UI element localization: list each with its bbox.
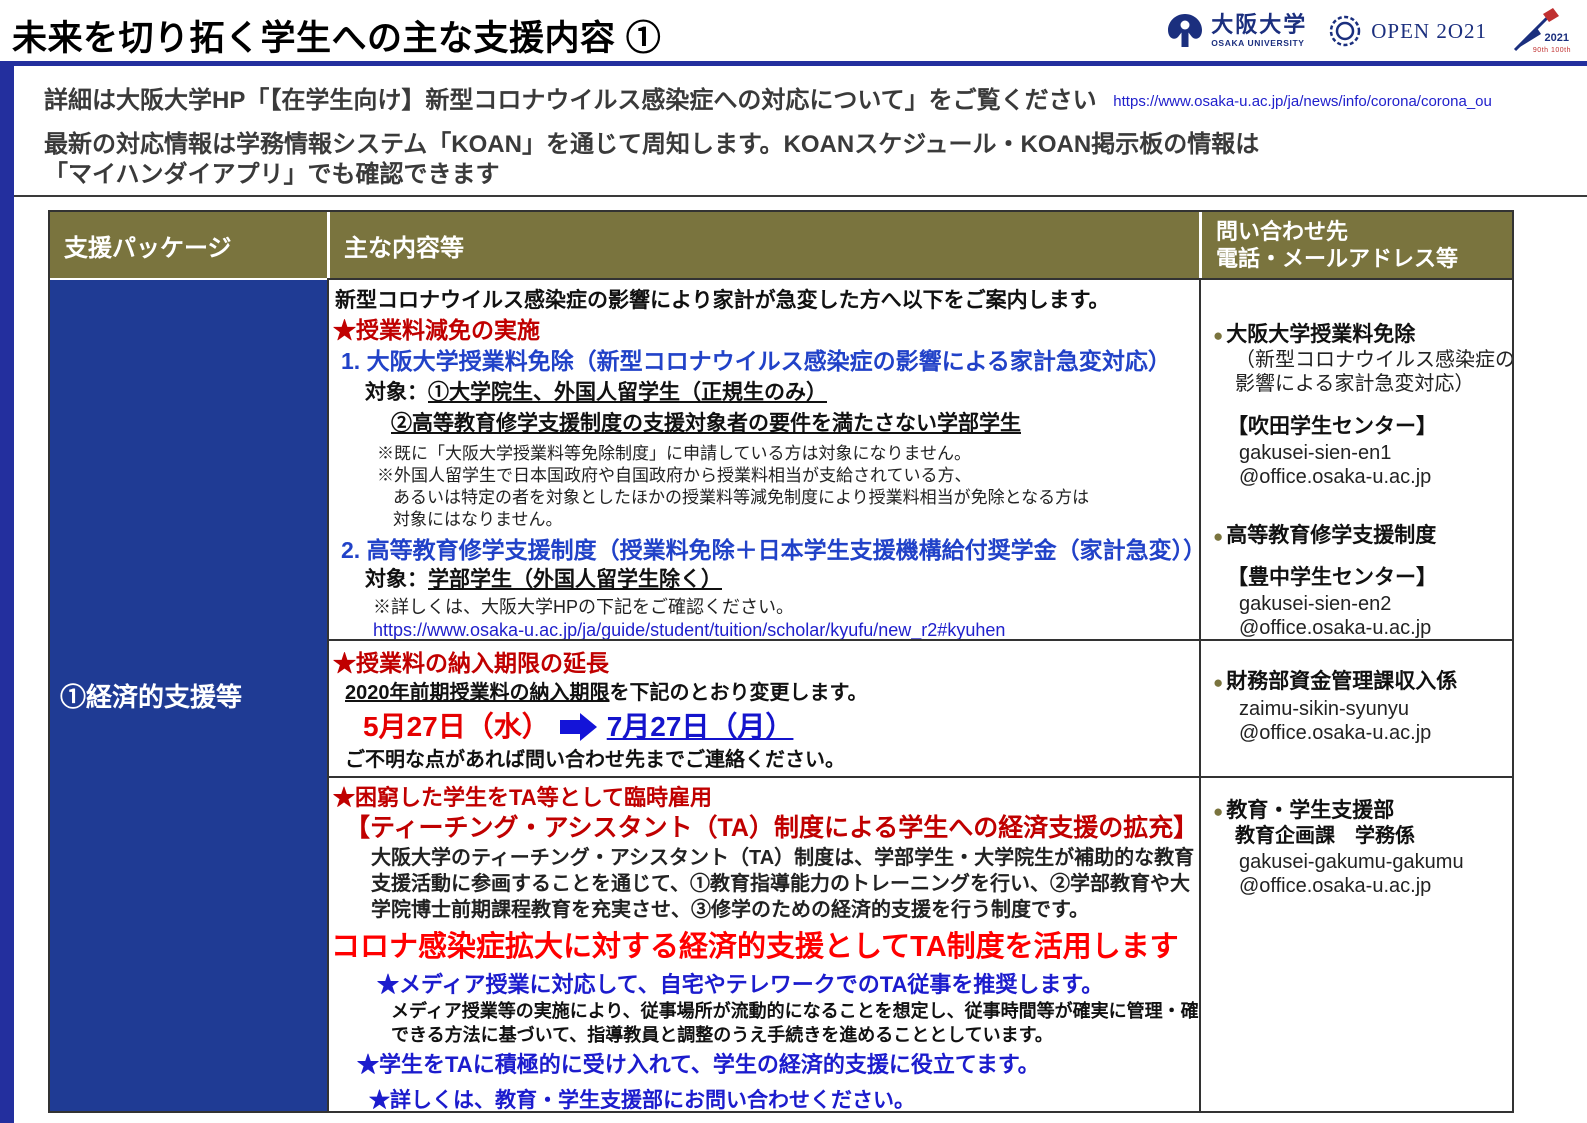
new-deadline: 7月27日（月） — [607, 710, 794, 744]
section-ta-employment: ★困窮した学生をTA等として臨時雇用 【ティーチング・アシスタント（TA）制度に… — [327, 776, 1199, 1111]
page-title: 未来を切り拓く学生への主な支援内容 ① — [12, 10, 661, 61]
right-arrow-icon — [560, 713, 597, 741]
anniversary-year: 2021 — [1545, 32, 1569, 44]
ta-subtitle: 【ティーチング・アシスタント（TA）制度による学生への経済支援の拡充】 — [345, 813, 1199, 843]
notice-line3: 「マイハンダイアプリ」でも確認できます — [44, 154, 500, 189]
osaka-university-logo: 大阪大学 OSAKA UNIVERSITY — [1165, 11, 1307, 51]
contact1-email2-part2: @office.osaka-u.ac.jp — [1239, 616, 1512, 639]
item1-title: 1. 大阪大学授業料免除（新型コロナウイルス感染症の影響による家計急変対応） — [341, 347, 1199, 375]
notice-line1: 詳細は大阪大学HP「【在学生向け】新型コロナウイルス感染症への対応について」をご… — [44, 80, 1492, 115]
section-deadline-extension: ★授業料の納入期限の延長 2020年前期授業料の納入期限を下記のとおり変更します… — [327, 639, 1199, 776]
column-header-contact: 問い合わせ先 電話・メールアドレス等 — [1199, 212, 1512, 278]
contact2-email-part1: zaimu-sikin-syunyu — [1239, 697, 1512, 721]
corona-info-link[interactable]: https://www.osaka-u.ac.jp/ja/news/info/c… — [1113, 93, 1492, 110]
star-tuition-reduction: ★授業料減免の実施 — [333, 316, 1199, 344]
section-tuition-exemption: 新型コロナウイルス感染症の影響により家計が急変した方へ以下をご案内します。 ★授… — [327, 278, 1199, 639]
bullet-icon: ● — [1213, 799, 1223, 824]
kyufu-link[interactable]: https://www.osaka-u.ac.jp/ja/guide/stude… — [373, 620, 1005, 639]
ta-blue-point1-sub2: できる方法に基づいて、指導教員と調整のうえ手続きを進めることとしています。 — [391, 1024, 1199, 1047]
contact-cell-1: ● 大阪大学授業料免除 （新型コロナウイルス感染症の 影響による家計急変対応） … — [1199, 278, 1512, 639]
suita-center-label: 【吹田学生センター】 — [1227, 414, 1512, 439]
deadline-desc: 2020年前期授業料の納入期限を下記のとおり変更します。 — [345, 681, 1199, 706]
university-name-en: OSAKA UNIVERSITY — [1211, 39, 1307, 48]
item2-note: ※詳しくは、大阪大学HPの下記をご確認ください。 — [373, 596, 1199, 618]
column-header-package: 支援パッケージ — [50, 212, 327, 278]
contact2-title: ● 財務部資金管理課収入係 — [1213, 669, 1512, 695]
ginkgo-leaf-icon — [1165, 11, 1205, 51]
item1-target2: ②高等教育修学支援制度の支援対象者の要件を満たさない学部学生 — [391, 411, 1199, 437]
deadline-dates: 5月27日（水） 7月27日（月） — [363, 710, 1199, 744]
column-header-contact-line2: 電話・メールアドレス等 — [1216, 245, 1512, 273]
column-header-contact-line1: 問い合わせ先 — [1216, 218, 1512, 246]
ta-blue-point2: ★学生をTAに積極的に受け入れて、学生の経済的支援に役立てます。 — [357, 1051, 1199, 1078]
star-deadline-extension: ★授業料の納入期限の延長 — [333, 649, 1199, 677]
ta-blue-point1: ★メディア授業に対応して、自宅やテレワークでのTA従事を推奨します。 — [377, 971, 1199, 998]
contact1-item2: ● 高等教育修学支援制度 — [1213, 523, 1512, 549]
contact1-email1-part1: gakusei-sien-en1 — [1239, 441, 1512, 465]
left-accent-bar — [0, 66, 14, 1123]
item2-target: 対象：学部学生（外国人留学生除く） — [365, 567, 1199, 593]
contact1-item1: ● 大阪大学授業料免除 — [1213, 322, 1512, 348]
contact3-email-part1: gakusei-gakumu-gakumu — [1239, 850, 1512, 874]
contact3-email-part2: @office.osaka-u.ac.jp — [1239, 874, 1512, 898]
open2021-rosette-icon — [1327, 13, 1363, 49]
contact2-email-part2: @office.osaka-u.ac.jp — [1239, 721, 1512, 745]
bullet-icon: ● — [1213, 323, 1223, 348]
ta-paragraph-line3: 学院博士前期課程教育を充実させ、③修学のための経済的支援を行う制度です。 — [371, 898, 1199, 923]
university-name-ja: 大阪大学 — [1211, 14, 1307, 36]
anniversary-90-100: 90th 100th — [1533, 47, 1571, 54]
deadline-footer: ご不明な点があれば問い合わせ先までご連絡ください。 — [345, 748, 1199, 773]
anniversary-logo: 2021 90th 100th — [1507, 6, 1571, 56]
open2021-logo: OPEN 2O21 — [1327, 13, 1487, 49]
package-label: ①経済的支援等 — [60, 677, 242, 714]
star-ta-employment: ★困窮した学生をTA等として臨時雇用 — [333, 784, 1199, 811]
item2-title: 2. 高等教育修学支援制度（授業料免除＋日本学生支援機構給付奨学金（家計急変）） — [341, 536, 1199, 564]
slide-page: 未来を切り拓く学生への主な支援内容 ① 大阪大学 OSAKA UNIVERSIT… — [0, 0, 1587, 1123]
note2-cont1: あるいは特定の者を対象としたほかの授業料等減免制度により授業料相当が免除となる方… — [393, 487, 1199, 508]
note2: ※外国人留学生で日本国政府や自国政府から授業料相当が支給されている方、 — [377, 465, 1199, 486]
ta-paragraph-line2: 支援活動に参画することを通じて、①教育指導能力のトレーニングを行い、②学部教育や… — [371, 872, 1199, 897]
intro-text: 新型コロナウイルス感染症の影響により家計が急変した方へ以下をご案内します。 — [335, 288, 1199, 314]
contact1-item1-sub2: 影響による家計急変対応） — [1235, 372, 1512, 396]
note2-cont2: 対象にはなりません。 — [393, 509, 1199, 530]
contact1-item1-sub1: （新型コロナウイルス感染症の — [1235, 348, 1512, 372]
bullet-icon: ● — [1213, 524, 1223, 549]
ta-blue-point1-sub1: メディア授業等の実施により、従事場所が流動的になることを想定し、従事時間等が確実… — [391, 1000, 1199, 1023]
notice-section: 詳細は大阪大学HP「【在学生向け】新型コロナウイルス感染症への対応について」をご… — [14, 66, 1587, 197]
toyonaka-center-label: 【豊中学生センター】 — [1227, 565, 1512, 590]
logo-group: 大阪大学 OSAKA UNIVERSITY OPEN 2O21 2021 90t… — [1165, 6, 1571, 56]
kyufu-link-line: https://www.osaka-u.ac.jp/ja/guide/stude… — [373, 619, 1199, 639]
contact-cell-2: ● 財務部資金管理課収入係 zaimu-sikin-syunyu @office… — [1199, 639, 1512, 776]
contact3-title-line2: 教育企画課 学務係 — [1235, 824, 1512, 848]
contact1-email2-part1: gakusei-sien-en2 — [1239, 592, 1512, 616]
support-table: 支援パッケージ 主な内容等 問い合わせ先 電話・メールアドレス等 ①経済的支援等… — [48, 210, 1514, 1113]
note1: ※既に「大阪大学授業料等免除制度」に申請している方は対象になりません。 — [377, 443, 1199, 464]
item1-target1: 対象：①大学院生、外国人留学生（正規生のみ） — [365, 380, 1199, 406]
ta-paragraph-line1: 大阪大学のティーチング・アシスタント（TA）制度は、学部学生・大学院生が補助的な… — [371, 846, 1199, 871]
package-cell: ①経済的支援等 — [50, 278, 327, 1111]
contact3-title-line1: ● 教育・学生支援部 — [1213, 798, 1512, 824]
ta-highlight: コロナ感染症拡大に対する経済的支援としてTA制度を活用します — [331, 929, 1199, 965]
contact1-email1-part2: @office.osaka-u.ac.jp — [1239, 465, 1512, 489]
old-deadline: 5月27日（水） — [363, 710, 550, 744]
ta-blue-point3: ★詳しくは、教育・学生支援部にお問い合わせください。 — [369, 1088, 1199, 1111]
column-header-contents: 主な内容等 — [327, 212, 1199, 278]
open2021-label: OPEN 2O21 — [1371, 19, 1487, 44]
contact-cell-3: ● 教育・学生支援部 教育企画課 学務係 gakusei-gakumu-gaku… — [1199, 776, 1512, 1111]
notice-line1-text: 詳細は大阪大学HP「【在学生向け】新型コロナウイルス感染症への対応について」をご… — [44, 87, 1097, 114]
bullet-icon: ● — [1213, 670, 1223, 695]
